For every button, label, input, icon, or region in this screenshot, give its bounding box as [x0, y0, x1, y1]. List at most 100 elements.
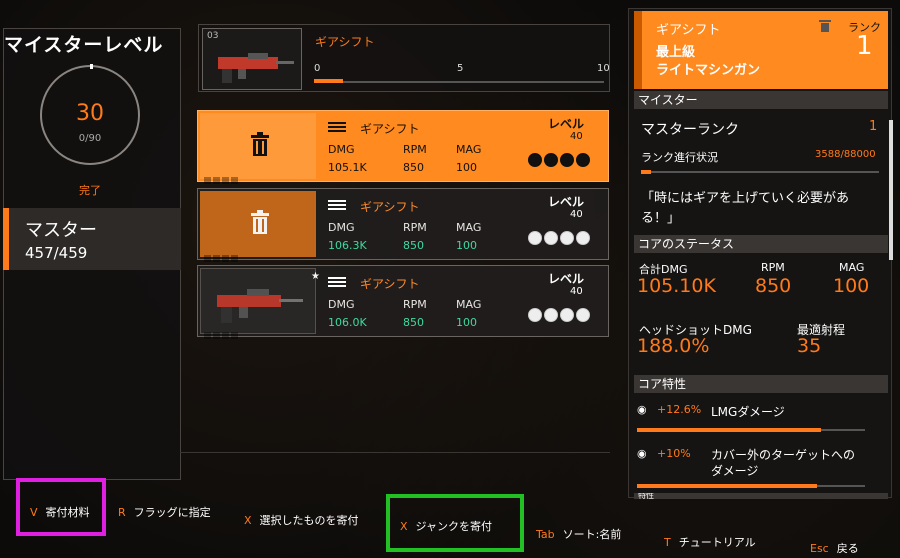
action-label: ジャンクを寄付: [415, 520, 492, 533]
level-value: 40: [570, 131, 583, 142]
action-label: 寄付材料: [45, 506, 90, 519]
stat-value: 100: [456, 161, 477, 174]
master-count: 457/459: [25, 244, 88, 262]
weapon-thumbnail: 03: [202, 28, 302, 90]
stat-value: 100: [456, 239, 477, 252]
weapon-card[interactable]: ギアシフト レベル 40 DMG RPM MAG 106.3K 850 100: [197, 188, 609, 262]
key-hint: T: [664, 536, 671, 549]
level-value: 40: [570, 209, 583, 220]
weapon-card[interactable]: ギアシフト レベル 40 DMG RPM MAG 105.1K 850 100: [197, 110, 609, 184]
mastery-title: マイスターレベル: [4, 34, 164, 56]
attachment-slots: [204, 247, 240, 266]
key-hint: Esc: [810, 542, 829, 555]
action-label: フラッグに指定: [133, 506, 211, 519]
ring-marker: [90, 64, 93, 69]
rank-progress-value: 3588/88000: [815, 149, 876, 160]
stat-value: 105.1K: [328, 161, 367, 174]
action-sort[interactable]: Tab ソート:名前: [536, 526, 621, 542]
weapon-name: ギアシフト: [360, 200, 420, 214]
attribute-icon: ◉: [637, 447, 647, 460]
rpm-label: RPM: [761, 261, 785, 274]
trash-icon: [251, 132, 269, 156]
donation-progress-bar: [314, 79, 604, 83]
stat-value: 106.0K: [328, 316, 367, 329]
mag-value: 100: [833, 275, 870, 297]
talent-icons: [528, 304, 606, 322]
key-hint: V: [30, 506, 38, 519]
level-value: 40: [570, 286, 583, 297]
stat-label: RPM: [403, 298, 427, 311]
range-value: 35: [797, 335, 822, 357]
total-dmg-value: 105.10K: [637, 275, 716, 297]
stat-value: 100: [456, 316, 477, 329]
item-header: ギアシフト 最上級 ライトマシンガン ランク 1: [634, 11, 888, 89]
attribute-value: +10%: [657, 447, 691, 460]
stat-label: RPM: [403, 221, 427, 234]
action-back[interactable]: Esc 戻る: [810, 540, 859, 556]
action-donate-materials[interactable]: V 寄付材料: [30, 504, 90, 520]
attribute-value: +12.6%: [657, 403, 702, 416]
talent-icon: [528, 307, 542, 322]
master-rank-label: マスターランク: [641, 122, 739, 138]
action-tutorial[interactable]: T チュートリアル: [664, 534, 756, 550]
scale-label: 10: [597, 63, 610, 74]
master-count-block[interactable]: マスター 457/459: [3, 208, 181, 270]
stat-value: 850: [403, 239, 424, 252]
ammo-icon: [328, 122, 346, 132]
key-hint: X: [244, 514, 252, 527]
attachment-slots: [204, 169, 240, 188]
action-label: 戻る: [836, 542, 859, 555]
action-flag[interactable]: R フラッグに指定: [118, 504, 211, 520]
section-header: コアのステータス: [634, 235, 888, 253]
weapon-card[interactable]: ★ ギアシフト レベル 40 DMG RPM MAG 106.0K 850 10…: [197, 265, 609, 339]
level-label: レベル: [548, 272, 585, 286]
action-donate-junk[interactable]: X ジャンクを寄付: [400, 518, 492, 534]
headshot-value: 188.0%: [637, 335, 710, 357]
rpm-value: 850: [755, 275, 792, 297]
weapon-name: ギアシフト: [360, 122, 420, 136]
ammo-icon: [328, 277, 346, 287]
scrollbar[interactable]: [889, 120, 893, 260]
stat-label: DMG: [328, 221, 355, 234]
talent-icon: [576, 230, 590, 245]
action-label: チュートリアル: [678, 536, 756, 549]
action-label: 選択したものを寄付: [259, 514, 359, 527]
key-hint: X: [400, 520, 408, 533]
mag-label: MAG: [839, 261, 865, 274]
action-donate-selected[interactable]: X 選択したものを寄付: [244, 512, 359, 528]
section-header: 特性: [634, 493, 888, 499]
stat-value: 106.3K: [328, 239, 367, 252]
item-detail-panel: ギアシフト 最上級 ライトマシンガン ランク 1 マイスター マスターランク 1…: [628, 8, 892, 499]
talent-icon: [544, 152, 558, 167]
item-quote: 「時にはギアを上げていく必要がある！」: [641, 191, 850, 226]
current-item-strip[interactable]: 03 ギアシフト 0 5 10: [198, 24, 610, 92]
stat-label: DMG: [328, 143, 355, 156]
talent-icons: [528, 227, 606, 245]
current-item-name: ギアシフト: [315, 35, 375, 49]
talent-icon: [560, 307, 574, 322]
talent-icon: [576, 152, 590, 167]
master-rank-value: 1: [869, 119, 878, 134]
attribute-bar: [637, 428, 865, 432]
ammo-icon: [328, 200, 346, 210]
mastery-level-value: 30: [76, 101, 104, 126]
donation-progress-fill: [314, 79, 343, 83]
stat-label: MAG: [456, 298, 482, 311]
rank-progress-bar: [641, 170, 879, 174]
stat-label: MAG: [456, 143, 482, 156]
stat-label: RPM: [403, 143, 427, 156]
mastery-ring: 30 0/90: [40, 64, 140, 165]
item-type: ライトマシンガン: [656, 63, 761, 78]
scale-label: 5: [457, 63, 464, 74]
level-label: レベル: [548, 117, 585, 131]
action-label: ソート:名前: [562, 528, 622, 541]
attachment-slots: [204, 324, 240, 343]
section-header: コア特性: [634, 375, 888, 393]
rank-value: 1: [856, 31, 873, 61]
stat-label: MAG: [456, 221, 482, 234]
divider: [180, 452, 610, 453]
master-label: マスター: [25, 220, 97, 241]
item-rarity: 最上級: [656, 45, 696, 60]
stat-value: 850: [403, 316, 424, 329]
talent-icon: [528, 230, 542, 245]
